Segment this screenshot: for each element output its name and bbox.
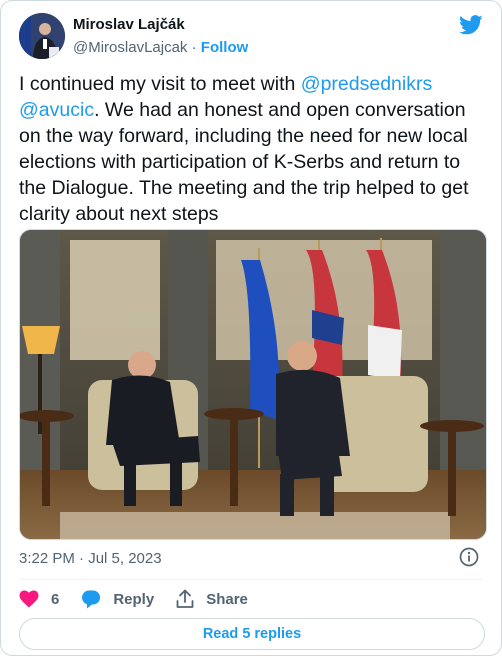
share-arrow-icon xyxy=(176,589,194,608)
like-button[interactable]: 6 xyxy=(19,590,59,608)
share-button[interactable]: Share xyxy=(176,589,248,609)
twitter-bird-icon[interactable] xyxy=(459,15,483,35)
share-label: Share xyxy=(206,590,248,608)
divider xyxy=(19,579,483,580)
tweet-photo[interactable] xyxy=(19,229,487,540)
reply-button[interactable]: Reply xyxy=(81,589,154,609)
mention-predsednikrs[interactable]: @predsednikrs xyxy=(301,73,432,95)
mention-avucic[interactable]: @avucic xyxy=(19,99,94,121)
separator-dot: · xyxy=(191,39,197,56)
author-name[interactable]: Miroslav Lajčák xyxy=(73,16,185,33)
tweet-timestamp[interactable]: 3:22 PM · Jul 5, 2023 xyxy=(19,550,162,567)
avatar[interactable] xyxy=(19,13,65,59)
tweet-text-start: I continued my visit to meet with xyxy=(19,73,301,95)
tweet-card: Miroslav Lajčák @MiroslavLajcak · Follow… xyxy=(0,0,502,656)
reply-label: Reply xyxy=(113,590,155,608)
like-count: 6 xyxy=(51,590,60,608)
info-icon[interactable] xyxy=(459,547,479,567)
action-bar: 6 Reply Share xyxy=(19,587,270,611)
follow-button[interactable]: Follow xyxy=(201,39,249,56)
author-handle[interactable]: @MiroslavLajcak xyxy=(73,39,187,56)
read-replies-button[interactable]: Read 5 replies xyxy=(19,618,485,650)
author-handle-row: @MiroslavLajcak · Follow xyxy=(73,39,248,56)
tweet-text: I continued my visit to meet with @preds… xyxy=(19,71,489,227)
speech-bubble-icon xyxy=(82,590,101,609)
heart-icon xyxy=(19,590,39,608)
